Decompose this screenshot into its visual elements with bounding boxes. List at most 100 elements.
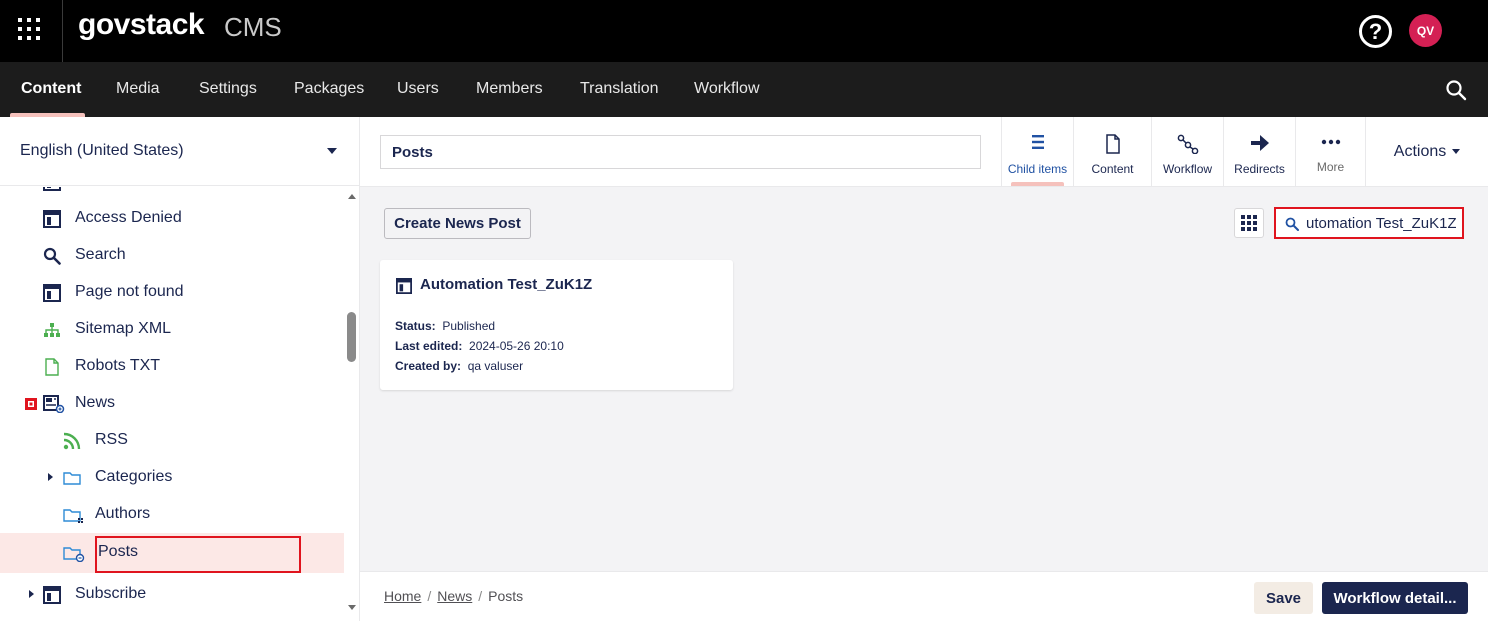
status-value: Published [442, 319, 496, 333]
item-created-by: Created by: qa valuser [395, 359, 523, 373]
tree-item-subscribe[interactable]: Subscribe [0, 576, 344, 613]
layout-icon [43, 586, 61, 604]
chevron-down-icon [327, 148, 337, 154]
culture-selector[interactable]: English (United States) [0, 117, 359, 186]
editor-header: Child items Content Workflow Redirects M… [360, 117, 1488, 187]
layout-icon [43, 210, 61, 228]
expand-caret-icon[interactable] [48, 473, 53, 481]
breadcrumb-current: Posts [488, 588, 524, 604]
chevron-down-icon [1452, 149, 1461, 154]
scroll-thumb[interactable] [347, 312, 356, 362]
tab-content[interactable]: Content [1073, 117, 1151, 186]
nav-users[interactable]: Users [397, 62, 439, 117]
nav-content[interactable]: Content [21, 62, 81, 117]
document-icon [45, 358, 59, 376]
expand-caret-icon[interactable] [29, 590, 34, 598]
help-icon[interactable]: ? [1359, 15, 1392, 48]
avatar[interactable]: QV [1409, 14, 1442, 47]
tab-label: Redirects [1234, 162, 1285, 176]
editor-footer: Home / News / Posts Save Workflow detail... [360, 571, 1488, 621]
status-label: Status: [395, 319, 436, 333]
scroll-up-icon[interactable] [348, 194, 356, 199]
tab-label: Content [1091, 162, 1134, 176]
scroll-down-icon[interactable] [348, 605, 356, 610]
section-nav: Content Media Settings Packages Users Me… [0, 62, 1488, 117]
list-icon [1002, 134, 1073, 150]
tab-redirects[interactable]: Redirects [1223, 117, 1295, 186]
item-last-edited: Last edited: 2024-05-26 20:10 [395, 339, 564, 353]
save-button[interactable]: Save [1254, 582, 1313, 614]
list-item[interactable]: Automation Test_ZuK1Z Status: Published … [380, 260, 733, 390]
breadcrumb-news[interactable]: News [437, 588, 472, 604]
actions-button[interactable]: Actions [1365, 117, 1488, 186]
node-name-input[interactable] [380, 135, 981, 169]
search-input[interactable] [1306, 212, 1456, 234]
tree-item-label: Categories [95, 468, 173, 485]
create-news-post-button[interactable]: Create News Post [384, 208, 531, 239]
tree-item-label: Robots TXT [75, 357, 161, 374]
actions-label: Actions [1393, 142, 1447, 160]
tab-label: More [1316, 160, 1345, 174]
tree-item-categories[interactable]: Categories [0, 459, 344, 496]
nav-members[interactable]: Members [476, 62, 543, 117]
list-view: Create News Post Automation Test_ZuK1Z S… [360, 187, 1488, 571]
tree-item-news[interactable]: News [0, 385, 344, 422]
tree-item-hidden[interactable] [0, 187, 344, 200]
nav-workflow[interactable]: Workflow [694, 62, 760, 117]
culture-label: English (United States) [20, 142, 184, 159]
tree-item-page-not-found[interactable]: Page not found [0, 274, 344, 311]
more-icon [1296, 139, 1365, 145]
tree-item-label: Sitemap XML [75, 320, 172, 337]
folder-icon [63, 472, 81, 485]
nav-media[interactable]: Media [116, 62, 160, 117]
nav-settings[interactable]: Settings [199, 62, 257, 117]
workflow-detail-button[interactable]: Workflow detail... [1322, 582, 1468, 614]
tree-item-access-denied[interactable]: Access Denied [0, 200, 344, 237]
nav-packages[interactable]: Packages [294, 62, 364, 117]
edited-value: 2024-05-26 20:10 [469, 339, 564, 353]
breadcrumb-home[interactable]: Home [384, 588, 421, 604]
search-icon [1285, 217, 1299, 231]
tab-child-items[interactable]: Child items [1001, 117, 1073, 186]
search-icon[interactable] [1445, 79, 1467, 106]
tab-workflow[interactable]: Workflow [1151, 117, 1223, 186]
tab-label: Workflow [1162, 162, 1213, 176]
tree-item-label: Access Denied [75, 209, 182, 226]
tree-item-robots-txt[interactable]: Robots TXT [0, 348, 344, 385]
top-header: govstack CMS ? QV [0, 0, 1488, 62]
tree-scrollbar[interactable] [344, 187, 359, 621]
arrow-right-icon [1224, 134, 1295, 152]
item-title[interactable]: Automation Test_ZuK1Z [420, 276, 592, 293]
layout-icon [396, 278, 412, 294]
content-tree-sidebar: English (United States) Access Denied Se… [0, 117, 360, 621]
search-icon [43, 247, 61, 265]
tree-item-label: Authors [95, 505, 151, 522]
nav-translation[interactable]: Translation [580, 62, 659, 117]
logo-suffix: CMS [224, 12, 282, 42]
app-launcher-icon[interactable] [18, 18, 44, 44]
tree-item-sitemap-xml[interactable]: Sitemap XML [0, 311, 344, 348]
layout-icon [43, 187, 61, 191]
tree-item-label: Subscribe [75, 585, 147, 602]
news-icon [43, 395, 65, 413]
tree-item-rss[interactable]: RSS [0, 422, 344, 459]
grid-view-icon[interactable] [1234, 208, 1264, 238]
tree-item-label: RSS [95, 431, 128, 448]
breadcrumb-separator: / [427, 588, 432, 604]
header-divider [62, 0, 63, 62]
breadcrumb: Home / News / Posts [384, 588, 523, 604]
tree-item-search[interactable]: Search [0, 237, 344, 274]
rss-icon [63, 432, 81, 450]
created-value: qa valuser [467, 359, 524, 373]
edited-label: Last edited: [395, 339, 463, 353]
tree-item-authors[interactable]: Authors [0, 496, 344, 533]
layout-icon [43, 284, 61, 302]
tab-more[interactable]: More [1295, 117, 1365, 186]
tree-item-label: Page not found [75, 283, 184, 300]
created-label: Created by: [395, 359, 462, 373]
selection-highlight [95, 536, 301, 573]
document-icon [1074, 134, 1151, 154]
expand-toggle-icon[interactable] [25, 398, 37, 410]
list-search-field[interactable] [1274, 207, 1464, 239]
item-status: Status: Published [395, 319, 495, 333]
